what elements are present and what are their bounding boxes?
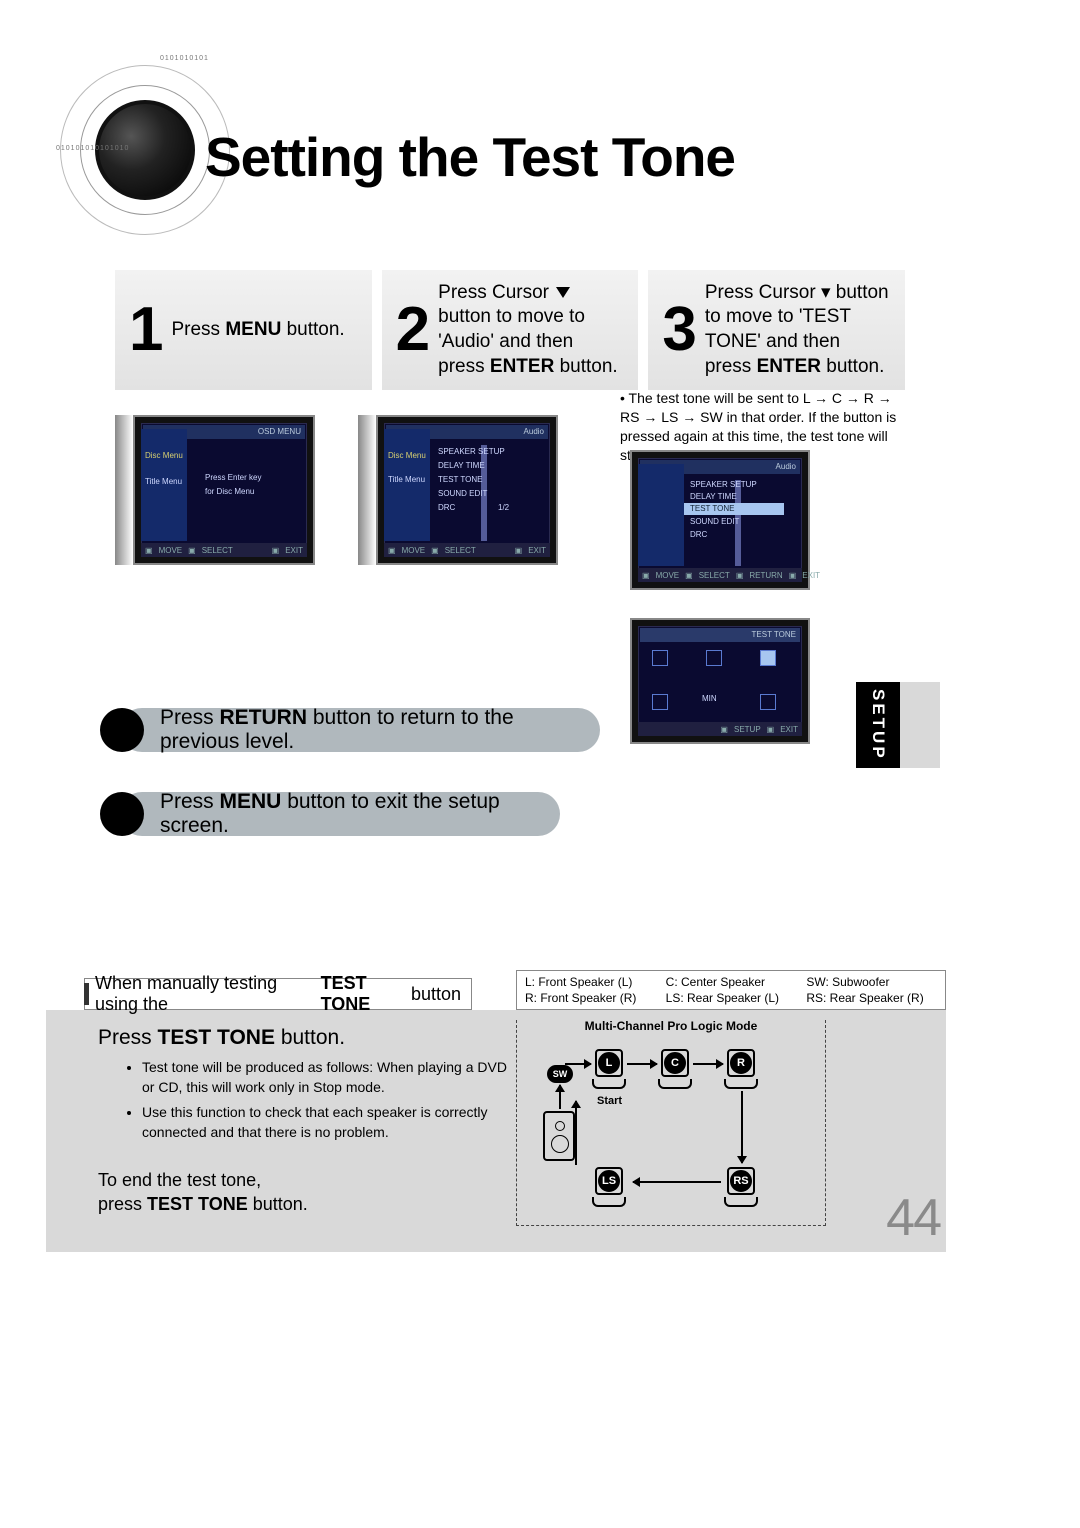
step-2-number: 2 (396, 299, 430, 361)
step-1-number: 1 (129, 299, 163, 361)
speaker-legend: L: Front Speaker (L) C: Center Speaker S… (516, 970, 946, 1010)
spk-SW-icon: SW (547, 1065, 573, 1083)
screenshot-step3a: Audio SPEAKER SETUP DELAY TIME TEST TONE… (630, 450, 810, 590)
return-instruction: Press RETURN button to return to the pre… (120, 708, 600, 752)
screenshot-step2: Audio SPEAKER SETUP DELAY TIME TEST TONE… (358, 415, 558, 565)
spk-RS-icon: RS (730, 1170, 752, 1192)
step-1-text: Press MENU button. (171, 318, 344, 343)
step-3: 3 Press Cursor ▾ button to move to 'TEST… (648, 270, 905, 390)
spk-R-icon: R (730, 1052, 752, 1074)
spk-C-icon: C (664, 1052, 686, 1074)
start-label: Start (597, 1095, 622, 1107)
subwoofer-icon (543, 1111, 575, 1161)
spk-L-icon: L (598, 1052, 620, 1074)
step-3-number: 3 (662, 299, 696, 361)
setup-tab: SETUP (856, 682, 900, 768)
press-testtone-heading: Press TEST TONE button. (98, 1026, 345, 1050)
setup-tab-shadow (900, 682, 940, 768)
end-testtone-text: To end the test tone, press TEST TONE bu… (98, 1168, 308, 1217)
menu-exit-instruction: Press MENU button to exit the setup scre… (120, 792, 560, 836)
page-title: Setting the Test Tone (205, 125, 735, 189)
step-2-text: Press Cursor button to move to 'Audio' a… (438, 281, 624, 380)
screenshot-step3b: TEST TONE MIN ▣SETUP▣EXIT (630, 618, 810, 744)
step-3-text: Press Cursor ▾ button to move to 'TEST T… (705, 281, 891, 380)
screenshot-step1: OSD MENU Disc Menu Title Menu Press Ente… (115, 415, 315, 565)
cursor-down-icon (556, 287, 570, 298)
step-2: 2 Press Cursor button to move to 'Audio'… (382, 270, 639, 390)
steps-row: 1 Press MENU button. 2 Press Cursor butt… (115, 270, 905, 390)
page-number: 44 (886, 1188, 940, 1248)
testtone-bullets: Test tone will be produced as follows: W… (126, 1058, 511, 1148)
speaker-flow-diagram: Multi-Channel Pro Logic Mode L C R LS RS… (516, 1020, 826, 1226)
manual-test-heading: When manually testing using the TEST TON… (84, 978, 472, 1010)
step-1: 1 Press MENU button. (115, 270, 372, 390)
spk-LS-icon: LS (598, 1170, 620, 1192)
manual-test-panel: When manually testing using the TEST TON… (46, 970, 946, 1252)
